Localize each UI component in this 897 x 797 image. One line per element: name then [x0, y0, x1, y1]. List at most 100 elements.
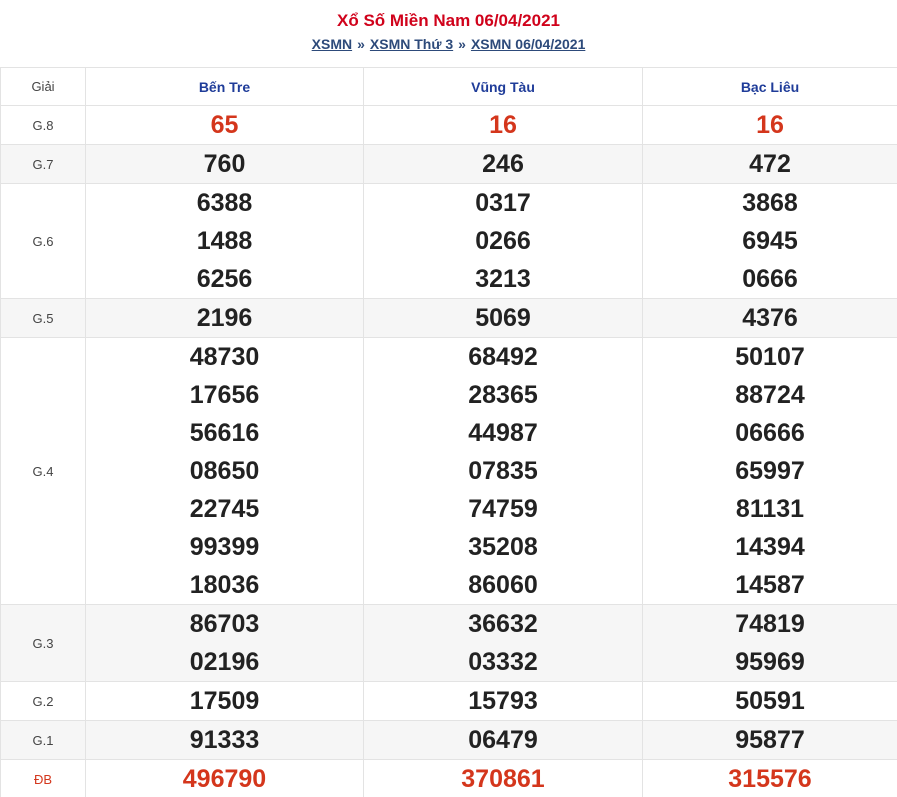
- table-header-row: Giải Bến Tre Vũng Tàu Bạc Liêu: [0, 67, 897, 106]
- table-row: G.8 65 16 16: [0, 105, 897, 145]
- result-number: 0266: [475, 227, 531, 255]
- page-title: Xổ Số Miền Nam 06/04/2021: [337, 11, 560, 30]
- prize-label: G.3: [0, 604, 86, 682]
- result-number: 4376: [742, 304, 798, 332]
- table-row: G.2 17509 15793 50591: [0, 681, 897, 721]
- prize-label: G.8: [0, 105, 86, 145]
- result-cell: 5069: [363, 298, 643, 338]
- result-cell: 16: [642, 105, 897, 145]
- result-number: 48730: [189, 343, 260, 371]
- page-header: Xổ Số Miền Nam 06/04/2021 XSMN » XSMN Thứ …: [0, 0, 897, 67]
- result-number: 95969: [735, 648, 805, 676]
- result-number: 86703: [189, 610, 260, 638]
- result-number: 496790: [182, 765, 267, 793]
- result-number: 56616: [189, 419, 260, 447]
- prize-column-header: Giải: [0, 67, 86, 106]
- result-cell: 16: [363, 105, 643, 145]
- result-number: 68492: [468, 343, 538, 371]
- result-number: 16: [756, 111, 784, 139]
- result-number: 44987: [468, 419, 538, 447]
- result-cell: 06479: [363, 720, 643, 760]
- result-number: 50591: [735, 687, 805, 715]
- result-number: 246: [482, 150, 524, 178]
- result-cell: 4376: [642, 298, 897, 338]
- result-number: 17656: [189, 381, 260, 409]
- result-cell: 48730 17656 56616 08650 22745 99399 18036: [85, 337, 364, 605]
- result-number: 99399: [189, 533, 260, 561]
- result-number: 50107: [735, 343, 805, 371]
- prize-label: G.4: [0, 337, 86, 605]
- breadcrumb: XSMN » XSMN Thứ 3 » XSMN 06/04/2021: [0, 36, 897, 52]
- result-cell: 91333: [85, 720, 364, 760]
- result-number: 06479: [468, 726, 538, 754]
- table-row: G.7 760 246 472: [0, 144, 897, 184]
- table-row: G.1 91333 06479 95877: [0, 720, 897, 760]
- table-row: G.3 86703 02196 36632 03332 74819 95969: [0, 604, 897, 682]
- result-cell: 86703 02196: [85, 604, 364, 682]
- result-number: 5069: [475, 304, 531, 332]
- breadcrumb-separator: »: [458, 36, 466, 52]
- result-number: 3868: [742, 189, 798, 217]
- result-number: 74759: [468, 495, 538, 523]
- province-header-vung-tau: Vũng Tàu: [363, 67, 643, 106]
- result-number: 3213: [475, 265, 531, 293]
- table-row: G.6 6388 1488 6256 0317 0266 3213 3868 6945 0666: [0, 183, 897, 299]
- result-number: 472: [749, 150, 791, 178]
- result-number: 14394: [735, 533, 805, 561]
- breadcrumb-link-xsmn[interactable]: XSMN: [312, 36, 352, 52]
- result-number: 65: [210, 111, 239, 139]
- result-number: 65997: [735, 457, 805, 485]
- prize-label: G.1: [0, 720, 86, 760]
- result-number: 36632: [468, 610, 538, 638]
- result-number: 35208: [468, 533, 538, 561]
- result-number: 88724: [735, 381, 805, 409]
- result-number: 16: [489, 111, 517, 139]
- results-table: Giải Bến Tre Vũng Tàu Bạc Liêu G.8 65 16 16…: [0, 67, 897, 797]
- result-number: 95877: [735, 726, 805, 754]
- result-cell: 15793: [363, 681, 643, 721]
- result-cell: 760: [85, 144, 364, 184]
- result-number: 28365: [468, 381, 538, 409]
- result-cell: 246: [363, 144, 643, 184]
- result-number: 06666: [735, 419, 805, 447]
- result-number: 0666: [742, 265, 798, 293]
- result-cell: 370861: [363, 759, 643, 797]
- result-cell: 68492 28365 44987 07835 74759 35208 86060: [363, 337, 643, 605]
- province-header-ben-tre: Bến Tre: [85, 67, 364, 106]
- result-cell: 95877: [642, 720, 897, 760]
- results-body: G.8 65 16 16 G.7 760 246 472 G.6 6388 1488 6256 0317…: [0, 105, 897, 797]
- breadcrumb-link-xsmn-date[interactable]: XSMN 06/04/2021: [471, 36, 585, 52]
- result-cell: 0317 0266 3213: [363, 183, 643, 299]
- result-number: 760: [203, 150, 246, 178]
- result-number: 1488: [196, 227, 253, 255]
- result-number: 315576: [728, 765, 812, 793]
- prize-label: G.5: [0, 298, 86, 338]
- result-number: 74819: [735, 610, 805, 638]
- result-number: 81131: [735, 495, 805, 523]
- result-cell: 496790: [85, 759, 364, 797]
- breadcrumb-separator: »: [357, 36, 365, 52]
- result-number: 18036: [189, 571, 260, 599]
- result-number: 22745: [189, 495, 260, 523]
- prize-label: G.7: [0, 144, 86, 184]
- result-number: 2196: [196, 304, 253, 332]
- result-cell: 3868 6945 0666: [642, 183, 897, 299]
- breadcrumb-link-xsmn-thu-3[interactable]: XSMN Thứ 3: [370, 36, 453, 52]
- result-cell: 472: [642, 144, 897, 184]
- result-number: 07835: [468, 457, 538, 485]
- prize-label: ĐB: [0, 759, 86, 797]
- result-number: 08650: [189, 457, 260, 485]
- result-number: 14587: [735, 571, 805, 599]
- table-row: G.4 48730 17656 56616 08650 22745 99399 18036 68…: [0, 337, 897, 605]
- result-number: 91333: [189, 726, 260, 754]
- result-number: 6945: [742, 227, 798, 255]
- result-cell: 50591: [642, 681, 897, 721]
- result-number: 6388: [196, 189, 253, 217]
- result-cell: 36632 03332: [363, 604, 643, 682]
- result-number: 02196: [189, 648, 260, 676]
- result-number: 0317: [475, 189, 531, 217]
- result-number: 6256: [196, 265, 253, 293]
- result-cell: 65: [85, 105, 364, 145]
- prize-label: G.6: [0, 183, 86, 299]
- result-number: 86060: [468, 571, 538, 599]
